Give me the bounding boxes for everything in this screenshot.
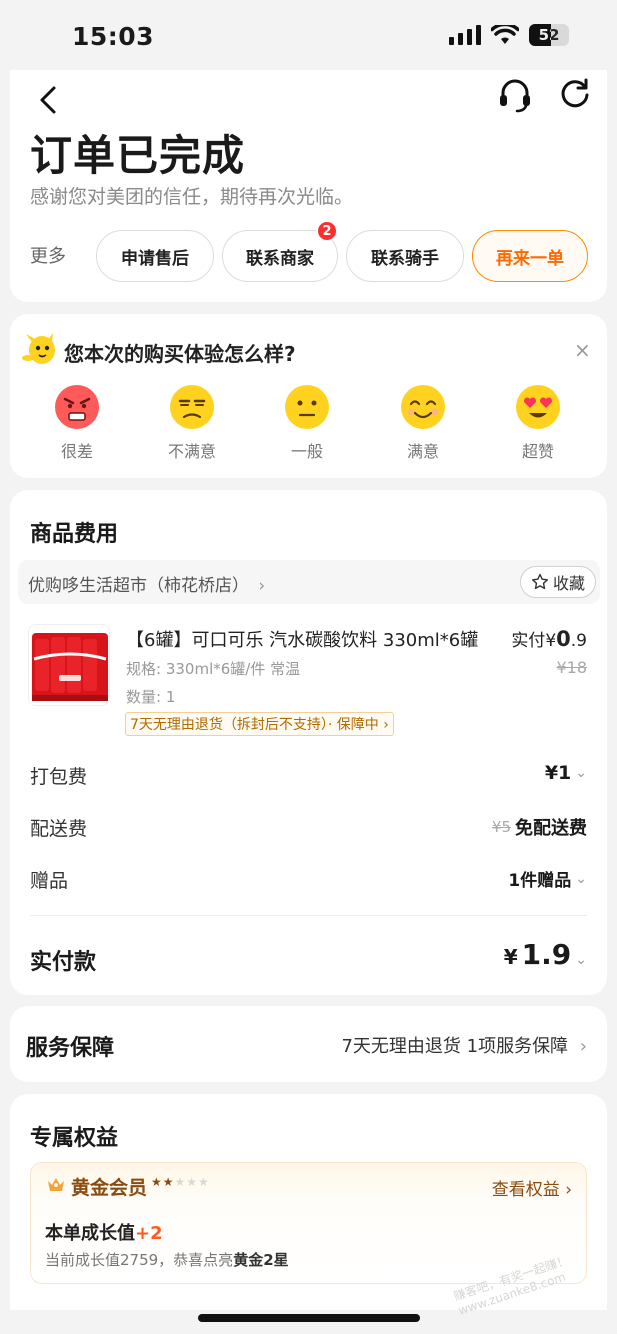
more-menu[interactable]: 更多 [30,242,66,268]
packing-fee-label: 打包费 [30,766,88,788]
smiling-face-icon [401,385,445,429]
packing-fee-row[interactable]: 打包费 ¥1 ⌄ [30,762,587,792]
product-paid-price: 实付¥0.9 [511,626,587,651]
rating-label-satisfied: 满意 [406,442,439,461]
experience-rating-card: 您本次的购买体验怎么样? × 很差 不满意 一般 满意 超赞 [10,314,607,478]
rating-option-excellent[interactable]: 超赞 [508,384,568,462]
service-title: 服务保障 [26,1036,115,1061]
original-price: ¥18 [556,658,587,677]
benefits-title: 专属权益 [30,1126,119,1151]
reorder-button[interactable]: 再来一单 [472,230,588,282]
paid-dec: .9 [570,631,587,651]
gift-label: 赠品 [30,870,69,892]
service-value: 7天无理由退货 1项服务保障 [341,1036,569,1057]
rating-option-unsatisfied[interactable]: 不满意 [162,384,222,462]
chevron-down-icon: ⌄ [575,952,587,968]
service-guarantee-card[interactable]: 服务保障 7天无理由退货 1项服务保障 › [10,1006,607,1082]
heart-eyes-face-icon [516,385,560,429]
home-indicator [198,1314,420,1322]
chevron-down-icon: ⌄ [575,765,587,781]
gift-row[interactable]: 赠品 1件赠品 ⌄ [30,866,587,896]
packing-fee-value: ¥1 ⌄ [545,762,587,784]
product-quantity: 数量: 1 [126,688,176,706]
chevron-right-icon: › [579,1036,587,1057]
unamused-face-icon [170,385,214,429]
back-arrow-icon[interactable] [32,80,68,120]
goods-section-title: 商品费用 [30,522,119,547]
angry-face-icon [55,385,99,429]
goods-fee-card: 商品费用 优购哆生活超市（柿花桥店） › 收藏 【6罐】可口可乐 汽水碳酸饮料 … [10,490,607,995]
neutral-face-icon [285,385,329,429]
wifi-icon [491,25,519,44]
favorite-button[interactable]: 收藏 [520,566,596,598]
growth-label: 本单成长值 [45,1223,135,1244]
delivery-fee-original: ¥5 [491,818,511,836]
delivery-fee-label: 配送费 [30,818,88,840]
chevron-down-icon: ⌄ [575,870,587,887]
after-sales-button[interactable]: 申请售后 [96,230,214,282]
merchant-message-badge: 2 [316,220,338,242]
total-amount[interactable]: ¥ 1.9 ⌄ [504,938,587,971]
gift-value: 1件赠品 ⌄ [508,866,587,892]
order-status-card: 订单已完成 感谢您对美团的信任，期待再次光临。 更多 申请售后 联系商家 2 联… [10,70,607,302]
status-icons: 52 [449,24,569,46]
product-image[interactable] [28,624,110,706]
store-name[interactable]: 优购哆生活超市（柿花桥店） › [28,571,265,596]
star-outline-icon [531,573,548,590]
store-bar[interactable]: 优购哆生活超市（柿花桥店） › 收藏 [18,560,600,604]
signal-icon [449,25,481,45]
rating-label-terrible: 很差 [60,442,93,461]
member-crown-icon [48,1178,64,1191]
page-title: 订单已完成 [30,131,246,180]
rating-label-excellent: 超赞 [521,442,554,461]
close-icon[interactable]: × [574,338,591,362]
growth-desc-level: 黄金2星 [233,1251,289,1269]
cola-cans-image [29,625,109,705]
total-currency: ¥ [503,945,518,969]
battery-icon: 52 [529,24,569,46]
growth-description: 当前成长值2759，恭喜点亮黄金2星 [45,1249,289,1270]
store-name-text: 优购哆生活超市（柿花桥店） [28,576,249,596]
rating-option-satisfied[interactable]: 满意 [393,384,453,462]
rating-option-neutral[interactable]: 一般 [277,384,337,462]
rating-option-terrible[interactable]: 很差 [47,384,107,462]
product-name[interactable]: 【6罐】可口可乐 汽水碳酸饮料 330ml*6罐 [126,626,496,652]
rating-label-neutral: 一般 [290,442,323,461]
gift-amount: 1件赠品 [508,871,572,891]
customer-service-icon[interactable] [496,76,534,114]
member-stars: ★★★★★ [151,1175,210,1189]
battery-level: 52 [538,26,560,44]
mascot-icon [22,333,55,364]
delivery-fee-amount: 免配送费 [515,818,587,839]
rating-label-unsatisfied: 不满意 [167,442,216,461]
paid-prefix: 实付 [511,631,546,651]
rating-question: 您本次的购买体验怎么样? [64,342,296,366]
refresh-icon[interactable] [558,76,592,110]
status-time: 15:03 [72,22,155,51]
return-policy-tag[interactable]: 7天无理由退货（拆封后不支持）· 保障中 › [125,712,394,736]
product-spec: 规格: 330ml*6罐/件 常温 [126,660,301,678]
packing-fee-amount: ¥1 [544,762,572,784]
contact-rider-button[interactable]: 联系骑手 [346,230,464,282]
view-benefits-link[interactable]: 查看权益 › [492,1175,572,1200]
total-label: 实付款 [30,950,97,975]
divider [30,915,587,916]
delivery-fee-row: 配送费 ¥5 免配送费 [30,814,587,844]
favorite-label: 收藏 [552,574,585,593]
paid-currency: ¥ [545,631,557,651]
service-summary: 7天无理由退货 1项服务保障 › [341,1032,587,1058]
growth-points: 本单成长值+2 [45,1219,163,1245]
chevron-right-icon: › [258,576,266,596]
growth-desc-text: 当前成长值2759，恭喜点亮 [45,1251,234,1269]
growth-plus: +2 [135,1223,163,1244]
gold-member-box[interactable]: 黄金会员 ★★★★★ 查看权益 › 本单成长值+2 当前成长值2759，恭喜点亮… [30,1162,587,1284]
paid-int: 0 [556,627,571,651]
page-subtitle: 感谢您对美团的信任，期待再次光临。 [30,186,354,208]
member-level: 黄金会员 [71,1177,148,1199]
total-value: 1.9 [521,938,572,971]
delivery-fee-value: ¥5 免配送费 [492,814,587,840]
status-bar: 15:03 52 [0,0,617,70]
